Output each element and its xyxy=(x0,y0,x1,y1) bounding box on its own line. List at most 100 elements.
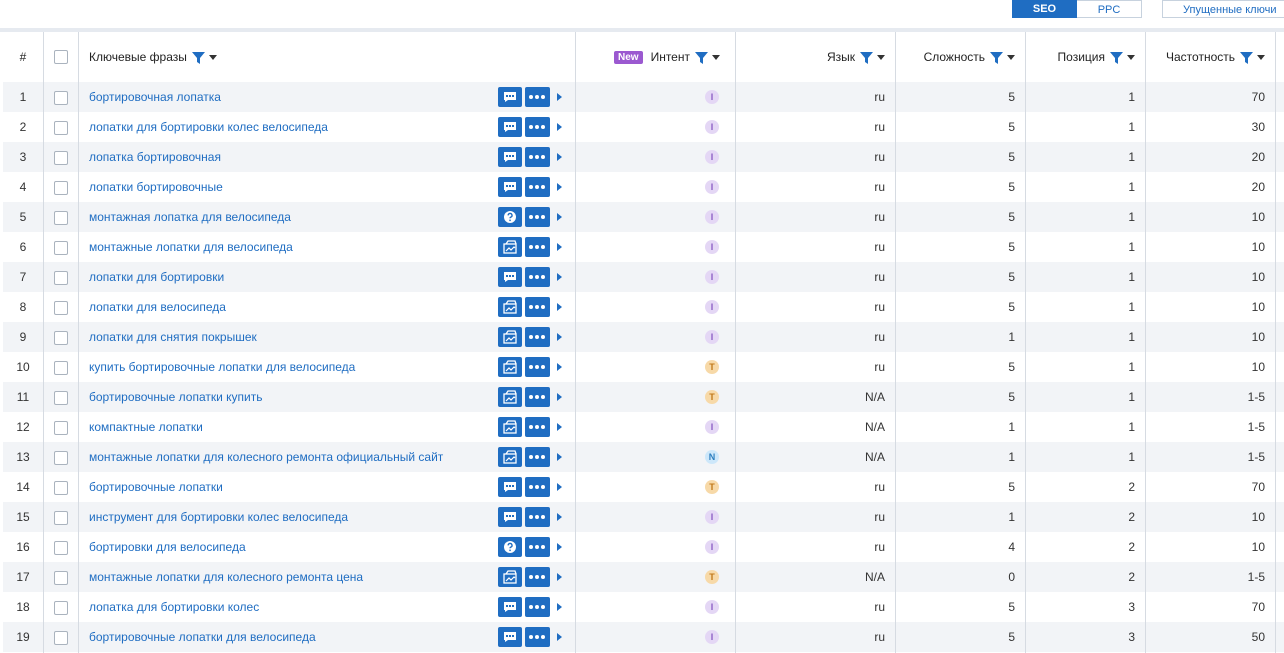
more-actions-button[interactable] xyxy=(525,597,550,617)
keyword-link[interactable]: лопатки для снятия покрышек xyxy=(89,322,257,352)
more-actions-button[interactable] xyxy=(525,357,550,377)
missed-keywords-button[interactable]: Упущенные ключи xyxy=(1162,0,1284,18)
expand-arrow-icon[interactable] xyxy=(557,153,562,161)
keyword-link[interactable]: лопатка бортировочная xyxy=(89,142,221,172)
row-checkbox[interactable] xyxy=(54,121,68,135)
keyword-link[interactable]: купить бортировочные лопатки для велосип… xyxy=(89,352,355,382)
more-actions-button[interactable] xyxy=(525,477,550,497)
more-actions-button[interactable] xyxy=(525,117,550,137)
header-position[interactable]: Позиция xyxy=(1023,32,1135,82)
serp-feature-button[interactable] xyxy=(498,357,522,377)
serp-feature-button[interactable] xyxy=(498,387,522,407)
header-language[interactable]: Язык xyxy=(743,32,885,82)
header-difficulty[interactable]: Сложность xyxy=(903,32,1015,82)
more-actions-button[interactable] xyxy=(525,327,550,347)
more-actions-button[interactable] xyxy=(525,447,550,467)
serp-feature-button[interactable] xyxy=(498,327,522,347)
more-actions-button[interactable] xyxy=(525,297,550,317)
expand-arrow-icon[interactable] xyxy=(557,633,562,641)
keyword-link[interactable]: лопатка для бортировки колес xyxy=(89,592,259,622)
filter-icon[interactable] xyxy=(990,51,1003,65)
expand-arrow-icon[interactable] xyxy=(557,213,562,221)
row-checkbox[interactable] xyxy=(54,511,68,525)
expand-arrow-icon[interactable] xyxy=(557,513,562,521)
serp-feature-button[interactable] xyxy=(498,117,522,137)
expand-arrow-icon[interactable] xyxy=(557,453,562,461)
more-actions-button[interactable] xyxy=(525,417,550,437)
chevron-down-icon[interactable] xyxy=(877,55,885,61)
expand-arrow-icon[interactable] xyxy=(557,543,562,551)
row-checkbox[interactable] xyxy=(54,631,68,645)
row-checkbox[interactable] xyxy=(54,301,68,315)
serp-feature-button[interactable] xyxy=(498,147,522,167)
keyword-link[interactable]: бортировочные лопатки для велосипеда xyxy=(89,622,316,652)
expand-arrow-icon[interactable] xyxy=(557,333,562,341)
more-actions-button[interactable] xyxy=(525,537,550,557)
seo-tab[interactable]: SEO xyxy=(1012,0,1077,18)
serp-feature-button[interactable] xyxy=(498,87,522,107)
chevron-down-icon[interactable] xyxy=(711,55,720,61)
keyword-link[interactable]: бортировочные лопатки купить xyxy=(89,382,263,412)
row-checkbox[interactable] xyxy=(54,391,68,405)
row-checkbox[interactable] xyxy=(54,211,68,225)
serp-feature-button[interactable] xyxy=(498,477,522,497)
serp-feature-button[interactable] xyxy=(498,567,522,587)
row-checkbox[interactable] xyxy=(54,571,68,585)
expand-arrow-icon[interactable] xyxy=(557,603,562,611)
row-checkbox[interactable] xyxy=(54,421,68,435)
more-actions-button[interactable] xyxy=(525,237,550,257)
more-actions-button[interactable] xyxy=(525,207,550,227)
serp-feature-button[interactable] xyxy=(498,537,522,557)
filter-icon[interactable] xyxy=(694,51,708,65)
serp-feature-button[interactable] xyxy=(498,207,522,227)
chevron-down-icon[interactable] xyxy=(1127,55,1135,61)
serp-feature-button[interactable] xyxy=(498,237,522,257)
serp-feature-button[interactable] xyxy=(498,417,522,437)
expand-arrow-icon[interactable] xyxy=(557,423,562,431)
row-checkbox[interactable] xyxy=(54,151,68,165)
serp-feature-button[interactable] xyxy=(498,267,522,287)
more-actions-button[interactable] xyxy=(525,387,550,407)
row-checkbox[interactable] xyxy=(54,601,68,615)
serp-feature-button[interactable] xyxy=(498,597,522,617)
more-actions-button[interactable] xyxy=(525,507,550,527)
filter-icon[interactable] xyxy=(1240,51,1253,65)
expand-arrow-icon[interactable] xyxy=(557,93,562,101)
row-checkbox[interactable] xyxy=(54,481,68,495)
expand-arrow-icon[interactable] xyxy=(557,483,562,491)
row-checkbox[interactable] xyxy=(54,241,68,255)
chevron-down-icon[interactable] xyxy=(1007,55,1015,61)
serp-feature-button[interactable] xyxy=(498,627,522,647)
filter-icon[interactable] xyxy=(191,51,205,65)
keyword-link[interactable]: лопатки для велосипеда xyxy=(89,292,226,322)
more-actions-button[interactable] xyxy=(525,267,550,287)
header-intent[interactable]: New Интент xyxy=(614,32,720,82)
keyword-link[interactable]: бортировочная лопатка xyxy=(89,82,221,112)
ppc-tab[interactable]: PPC xyxy=(1077,0,1142,18)
serp-feature-button[interactable] xyxy=(498,507,522,527)
keyword-link[interactable]: монтажные лопатки для велосипеда xyxy=(89,232,293,262)
row-checkbox[interactable] xyxy=(54,271,68,285)
serp-feature-button[interactable] xyxy=(498,447,522,467)
chevron-down-icon[interactable] xyxy=(208,55,217,61)
expand-arrow-icon[interactable] xyxy=(557,243,562,251)
chevron-down-icon[interactable] xyxy=(1257,55,1265,61)
filter-icon[interactable] xyxy=(1110,51,1123,65)
row-checkbox[interactable] xyxy=(54,91,68,105)
expand-arrow-icon[interactable] xyxy=(557,573,562,581)
more-actions-button[interactable] xyxy=(525,87,550,107)
keyword-link[interactable]: лопатки для бортировки xyxy=(89,262,224,292)
keyword-link[interactable]: монтажные лопатки для колесного ремонта … xyxy=(89,562,363,592)
keyword-link[interactable]: лопатки для бортировки колес велосипеда xyxy=(89,112,328,142)
more-actions-button[interactable] xyxy=(525,177,550,197)
expand-arrow-icon[interactable] xyxy=(557,183,562,191)
more-actions-button[interactable] xyxy=(525,567,550,587)
row-checkbox[interactable] xyxy=(54,451,68,465)
keyword-link[interactable]: бортировки для велосипеда xyxy=(89,532,246,562)
more-actions-button[interactable] xyxy=(525,147,550,167)
row-checkbox[interactable] xyxy=(54,541,68,555)
keyword-link[interactable]: компактные лопатки xyxy=(89,412,203,442)
filter-icon[interactable] xyxy=(860,51,873,65)
serp-feature-button[interactable] xyxy=(498,297,522,317)
more-actions-button[interactable] xyxy=(525,627,550,647)
